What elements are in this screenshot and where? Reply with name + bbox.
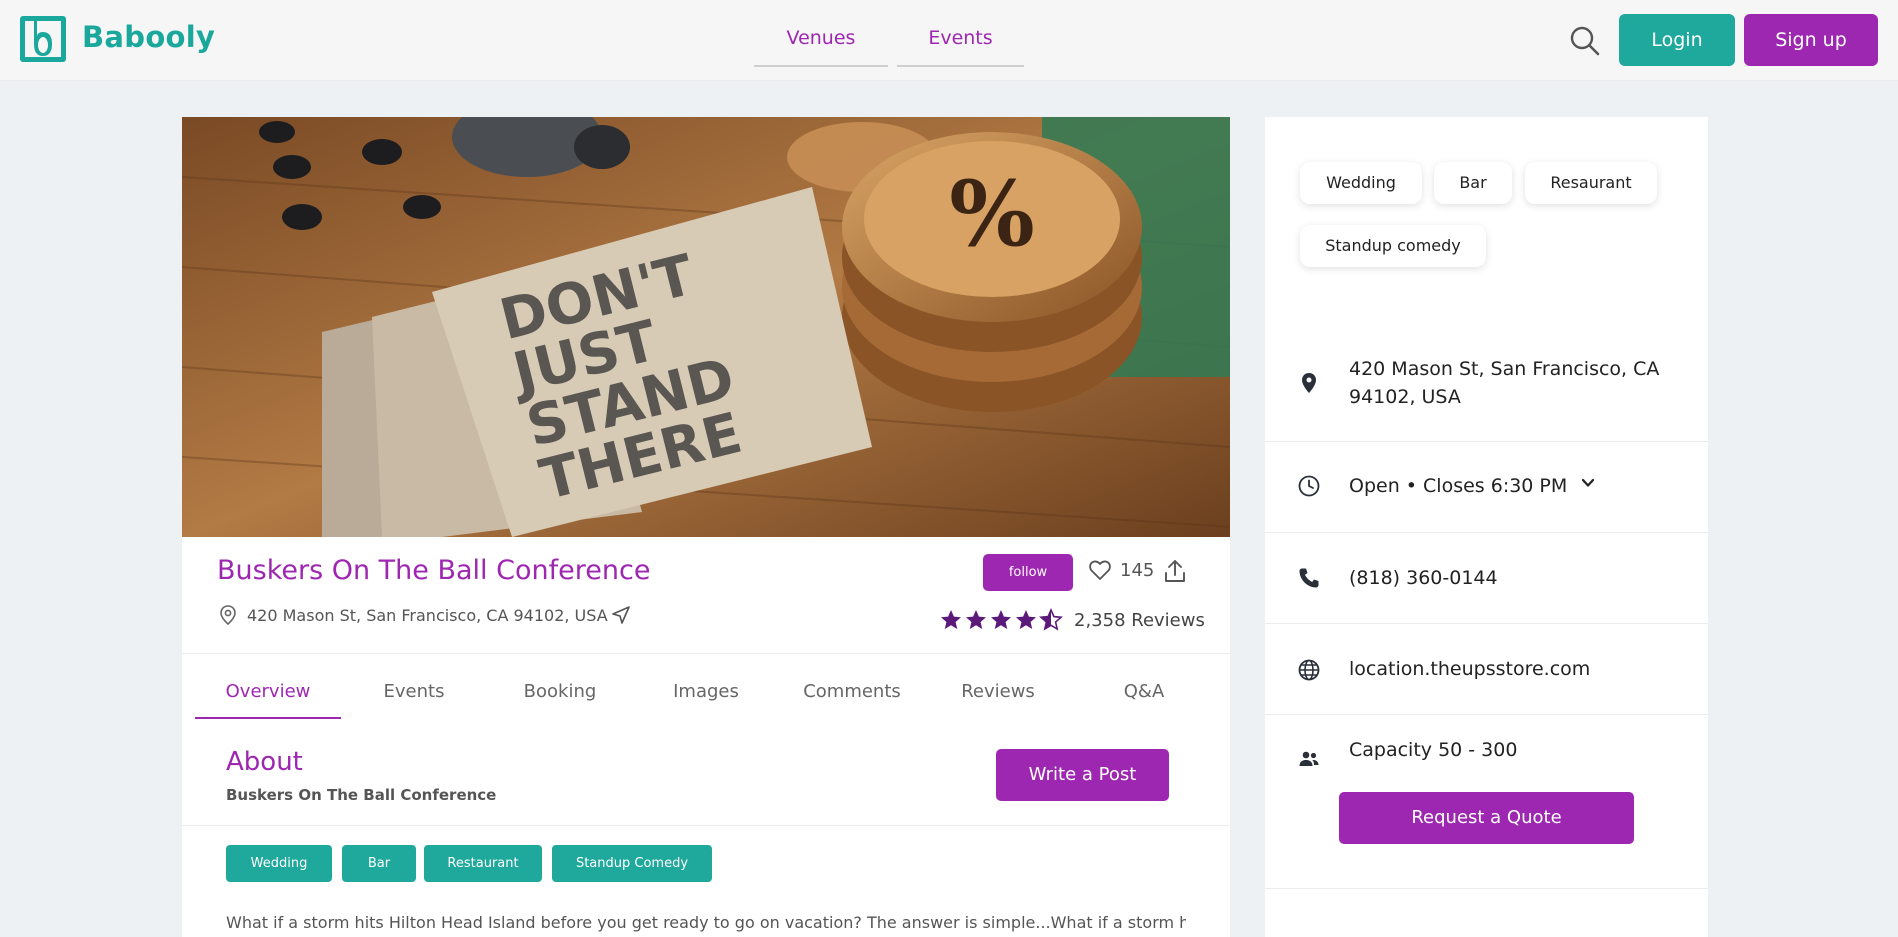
location-pin-filled-icon bbox=[1302, 373, 1316, 393]
sidebar-website-row: location.theupsstore.com bbox=[1265, 624, 1708, 715]
signup-button[interactable]: Sign up bbox=[1744, 14, 1878, 66]
tag-bar[interactable]: Bar bbox=[342, 845, 416, 882]
chip-standup-comedy[interactable]: Standup comedy bbox=[1300, 225, 1486, 267]
rating-stars bbox=[939, 608, 1064, 632]
tab-booking[interactable]: Booking bbox=[487, 681, 633, 719]
sidebar-capacity-row: Capacity 50 - 300 bbox=[1265, 715, 1708, 785]
about-title: About bbox=[226, 747, 303, 777]
sidebar-address-line2: 94102, USA bbox=[1349, 386, 1461, 408]
write-post-button[interactable]: Write a Post bbox=[996, 749, 1169, 801]
tab-qa[interactable]: Q&A bbox=[1071, 681, 1217, 719]
sidebar-address-row: 420 Mason St, San Francisco, CA 94102, U… bbox=[1265, 325, 1708, 442]
like-button[interactable]: 145 bbox=[1088, 558, 1154, 582]
search-icon[interactable] bbox=[1568, 24, 1602, 58]
clock-icon bbox=[1298, 475, 1320, 497]
tab-reviews[interactable]: Reviews bbox=[925, 681, 1071, 719]
star-full-icon bbox=[991, 610, 1011, 629]
venue-address-row: 420 Mason St, San Francisco, CA 94102, U… bbox=[217, 603, 632, 627]
likes-count: 145 bbox=[1120, 559, 1155, 581]
sidebar-hours-row: Open • Closes 6:30 PM bbox=[1265, 442, 1708, 533]
directions-arrow-icon[interactable] bbox=[610, 604, 632, 626]
nav-events[interactable]: Events bbox=[897, 24, 1024, 67]
phone-icon bbox=[1299, 568, 1319, 588]
venue-description: What if a storm hits Hilton Head Island … bbox=[226, 913, 1186, 932]
chip-resaurant[interactable]: Resaurant bbox=[1525, 162, 1657, 204]
sidebar-phone-row: (818) 360-0144 bbox=[1265, 533, 1708, 624]
tab-overview[interactable]: Overview bbox=[195, 681, 341, 719]
brand-name[interactable]: Babooly bbox=[82, 20, 215, 54]
star-full-icon bbox=[1016, 610, 1036, 629]
chip-wedding[interactable]: Wedding bbox=[1300, 162, 1422, 204]
sidebar-capacity: Capacity 50 - 300 bbox=[1349, 739, 1518, 761]
divider bbox=[1265, 888, 1708, 889]
sidebar-website[interactable]: location.theupsstore.com bbox=[1349, 655, 1590, 683]
sidebar-phone[interactable]: (818) 360-0144 bbox=[1349, 564, 1498, 592]
sidebar-address: 420 Mason St, San Francisco, CA 94102, U… bbox=[1349, 355, 1659, 411]
star-half-icon bbox=[1039, 608, 1063, 631]
divider bbox=[182, 653, 1230, 654]
star-full-icon bbox=[941, 610, 961, 629]
login-button[interactable]: Login bbox=[1619, 14, 1735, 66]
request-quote-button[interactable]: Request a Quote bbox=[1339, 792, 1634, 844]
star-full-icon bbox=[966, 610, 986, 629]
tab-events[interactable]: Events bbox=[341, 681, 487, 719]
globe-icon bbox=[1298, 659, 1320, 681]
people-icon bbox=[1299, 751, 1319, 766]
tag-restaurant[interactable]: Restaurant bbox=[424, 845, 542, 882]
tag-wedding[interactable]: Wedding bbox=[226, 845, 332, 882]
tab-images[interactable]: Images bbox=[633, 681, 779, 719]
svg-text:%: % bbox=[949, 161, 1035, 267]
follow-button[interactable]: follow bbox=[983, 554, 1073, 591]
tab-comments[interactable]: Comments bbox=[779, 681, 925, 719]
venue-info-sidebar: Wedding Bar Resaurant Standup comedy 420… bbox=[1265, 117, 1708, 937]
venue-main-card: % DON'T JUST STAND THERE Buskers On The … bbox=[182, 117, 1230, 937]
divider bbox=[182, 825, 1230, 826]
tag-standup-comedy[interactable]: Standup Comedy bbox=[552, 845, 712, 882]
chip-bar[interactable]: Bar bbox=[1434, 162, 1512, 204]
venue-hero-image: % DON'T JUST STAND THERE bbox=[182, 117, 1230, 537]
sidebar-hours: Open • Closes 6:30 PM bbox=[1349, 475, 1568, 497]
reviews-count[interactable]: 2,358 Reviews bbox=[1074, 610, 1205, 631]
heart-icon bbox=[1089, 560, 1111, 580]
venue-title: Buskers On The Ball Conference bbox=[217, 555, 651, 586]
sidebar-address-line1: 420 Mason St, San Francisco, CA bbox=[1349, 358, 1660, 380]
about-subtitle: Buskers On The Ball Conference bbox=[226, 786, 497, 804]
share-icon[interactable] bbox=[1163, 558, 1187, 584]
location-pin-icon bbox=[220, 605, 236, 626]
top-header: Babooly Venues Events Login Sign up bbox=[0, 0, 1898, 81]
chevron-down-icon[interactable] bbox=[1581, 476, 1595, 490]
nav-venues[interactable]: Venues bbox=[754, 24, 888, 67]
babooly-logo-icon[interactable] bbox=[20, 16, 66, 62]
venue-address: 420 Mason St, San Francisco, CA 94102, U… bbox=[247, 605, 608, 625]
